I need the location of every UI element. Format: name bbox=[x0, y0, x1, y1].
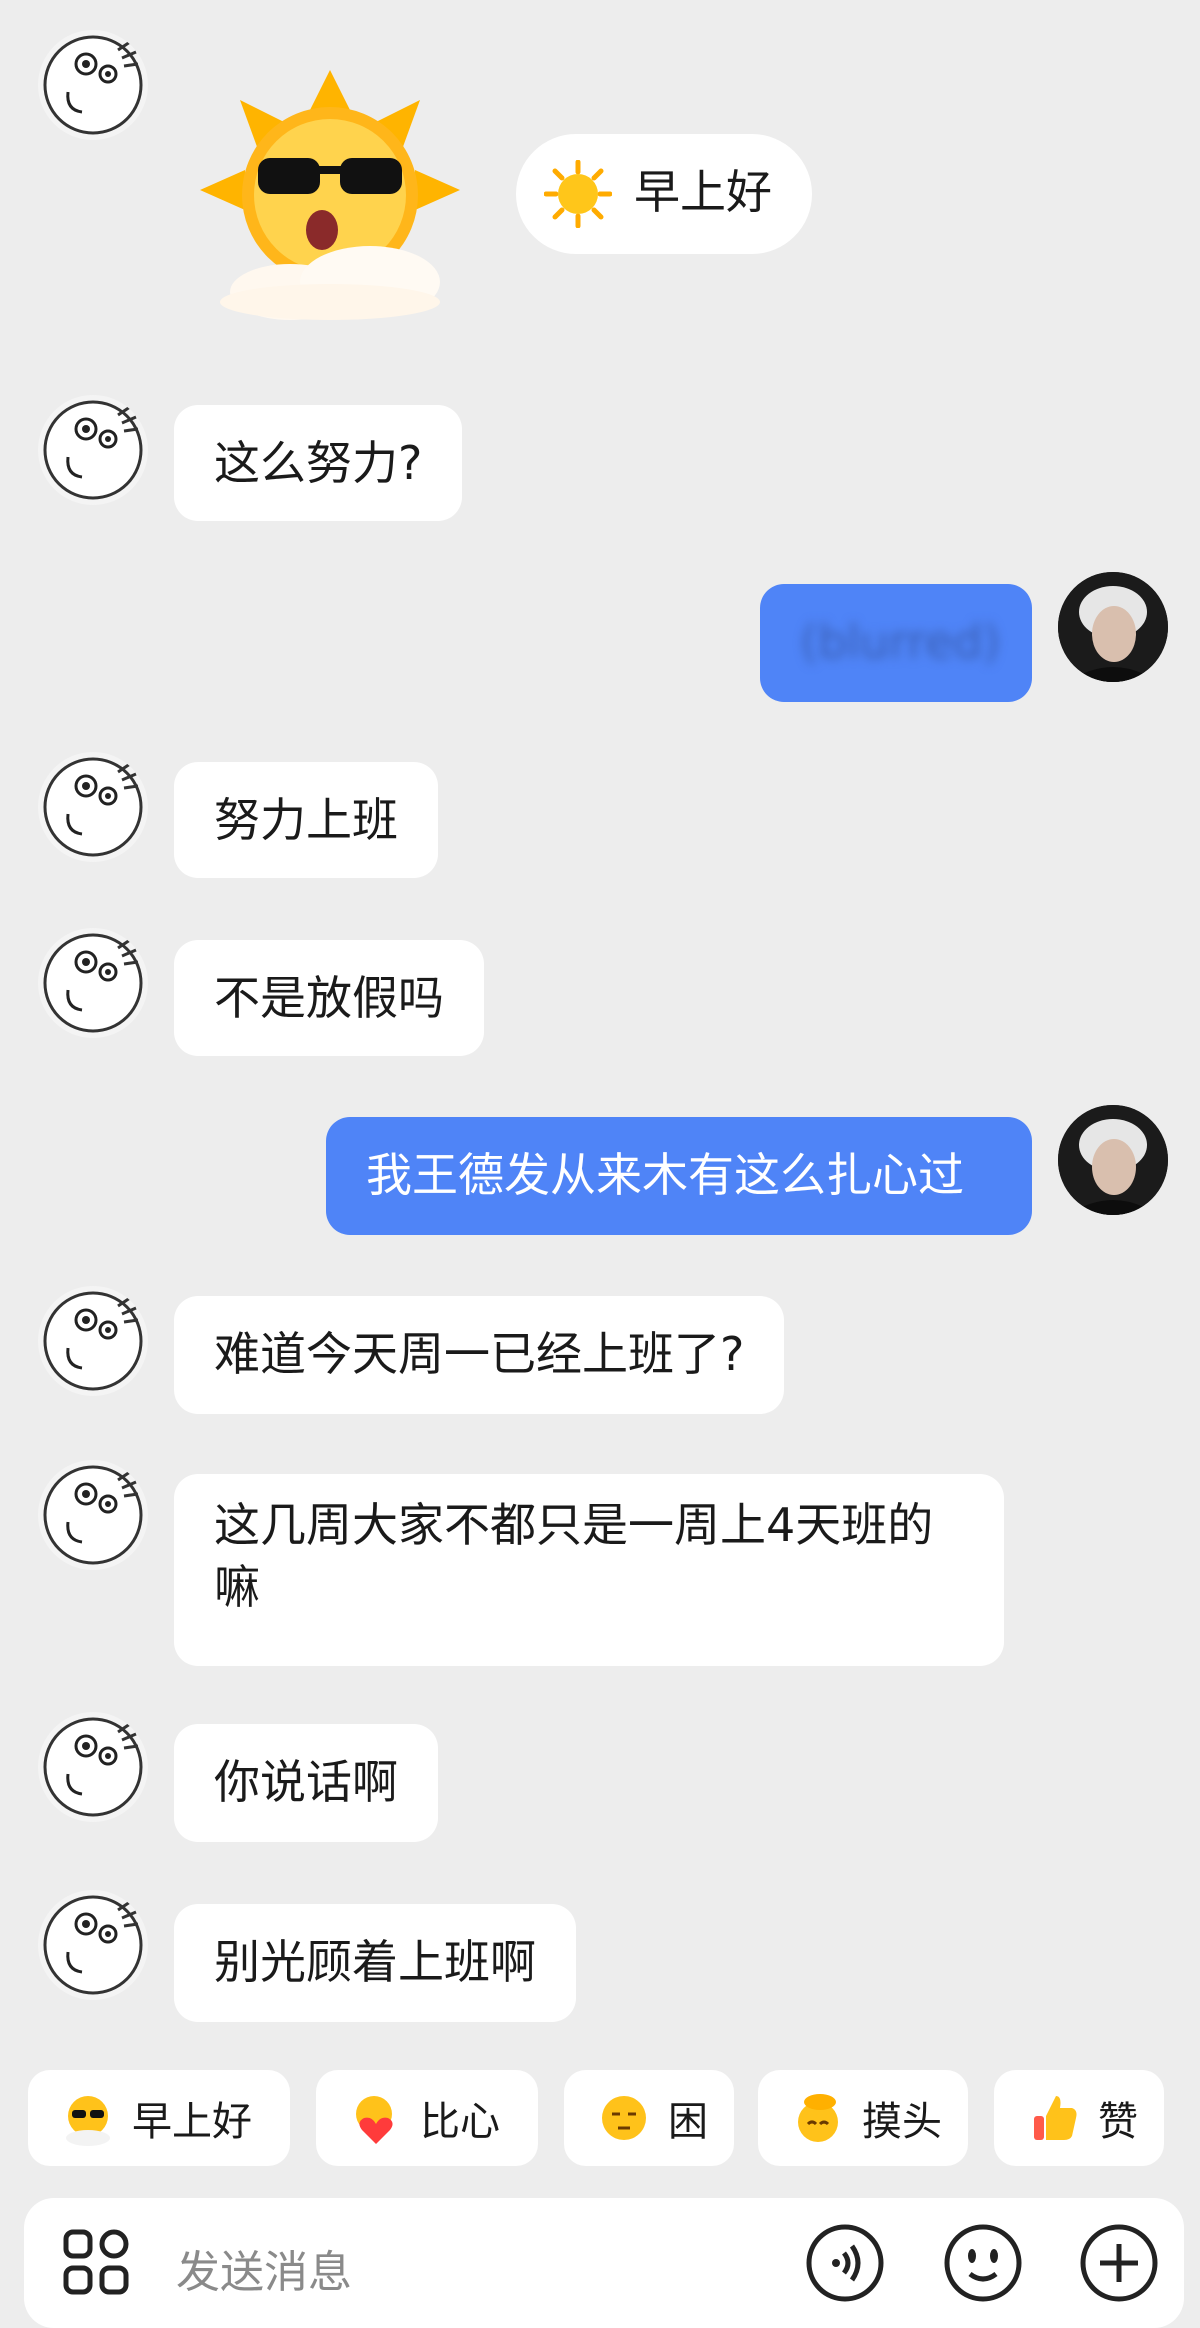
doodle-face-icon bbox=[43, 1717, 143, 1817]
message-text: 早上好 bbox=[634, 165, 772, 219]
user-photo-icon bbox=[1058, 572, 1168, 682]
message-row-other: 难道今天周一已经上班了? bbox=[0, 1286, 1200, 1416]
emoji-icon[interactable] bbox=[940, 2220, 1026, 2306]
message-bubble[interactable]: 你说话啊 bbox=[174, 1724, 438, 1842]
message-row-other: 早上好 bbox=[0, 30, 1200, 330]
message-text: 我王德发从来木有这么扎心过 bbox=[366, 1148, 964, 1202]
doodle-face-icon bbox=[43, 35, 143, 135]
contact-avatar[interactable] bbox=[38, 30, 148, 140]
message-bubble[interactable]: 这几周大家不都只是一周上4天班的嘛 bbox=[174, 1474, 1004, 1666]
thumbs-up-icon bbox=[1034, 2096, 1077, 2140]
quick-reply-bar: 早上好 比心 困 摸头 赞 bbox=[0, 2070, 1200, 2170]
message-row-other: 努力上班 bbox=[0, 752, 1200, 882]
quick-reply-sleepy[interactable]: 困 bbox=[564, 2070, 734, 2166]
message-text: 这几周大家不都只是一周上4天班的嘛 bbox=[214, 1498, 934, 1614]
quick-reply-pat[interactable]: 摸头 bbox=[758, 2070, 968, 2166]
message-bubble[interactable]: 难道今天周一已经上班了? bbox=[174, 1296, 785, 1414]
chip-label: 赞 bbox=[1098, 2099, 1138, 2145]
message-row-other: 别光顾着上班啊 bbox=[0, 1890, 1200, 2022]
message-text: 不是放假吗 bbox=[214, 971, 444, 1025]
message-input-bar: 发送消息 bbox=[24, 2198, 1184, 2328]
quick-reply-morning[interactable]: 早上好 bbox=[28, 2070, 290, 2166]
my-avatar[interactable] bbox=[1058, 1105, 1168, 1215]
message-bubble[interactable]: 努力上班 bbox=[174, 762, 438, 878]
message-input[interactable]: 发送消息 bbox=[176, 2236, 352, 2300]
doodle-face-icon bbox=[43, 1895, 143, 1995]
contact-avatar[interactable] bbox=[38, 1286, 148, 1396]
message-row-other: 这几周大家不都只是一周上4天班的嘛 bbox=[0, 1460, 1200, 1670]
message-bubble[interactable]: 不是放假吗 bbox=[174, 940, 484, 1056]
chip-label: 摸头 bbox=[862, 2099, 942, 2145]
heart-hands-icon bbox=[356, 2096, 393, 2144]
message-row-other: 不是放假吗 bbox=[0, 928, 1200, 1058]
message-row-self: (blurred) bbox=[0, 572, 1200, 702]
contact-avatar[interactable] bbox=[38, 1712, 148, 1822]
user-photo-icon bbox=[1058, 1105, 1168, 1215]
voice-icon[interactable] bbox=[802, 2220, 888, 2306]
contact-avatar[interactable] bbox=[38, 928, 148, 1038]
contact-avatar[interactable] bbox=[38, 1890, 148, 2000]
sun-icon bbox=[543, 159, 613, 229]
quick-reply-like[interactable]: 赞 bbox=[994, 2070, 1164, 2166]
chat-area: 早上好 这么努力? (blurred) 努力上班 不是放假吗 我王德发从来木有这… bbox=[0, 0, 1200, 2060]
chip-label: 早上好 bbox=[132, 2099, 252, 2145]
message-text: 你说话啊 bbox=[214, 1755, 398, 1809]
doodle-face-icon bbox=[43, 400, 143, 500]
quick-reply-heart[interactable]: 比心 bbox=[316, 2070, 538, 2166]
apps-grid-icon[interactable] bbox=[54, 2220, 140, 2306]
my-avatar[interactable] bbox=[1058, 572, 1168, 682]
chip-label: 比心 bbox=[420, 2099, 500, 2145]
message-bubble-self[interactable]: (blurred) bbox=[760, 584, 1032, 702]
doodle-face-icon bbox=[43, 1291, 143, 1391]
doodle-face-icon bbox=[43, 1465, 143, 1565]
message-row-self: 我王德发从来木有这么扎心过 bbox=[0, 1105, 1200, 1235]
message-text: 别光顾着上班啊 bbox=[214, 1935, 536, 1989]
message-bubble-self[interactable]: 我王德发从来木有这么扎心过 bbox=[326, 1117, 1032, 1235]
contact-avatar[interactable] bbox=[38, 752, 148, 862]
message-bubble[interactable]: 别光顾着上班啊 bbox=[174, 1904, 576, 2022]
doodle-face-icon bbox=[43, 757, 143, 857]
plus-icon[interactable] bbox=[1076, 2220, 1162, 2306]
doodle-face-icon bbox=[43, 933, 143, 1033]
sleepy-face-icon bbox=[602, 2096, 646, 2140]
contact-avatar[interactable] bbox=[38, 1460, 148, 1570]
message-text: 努力上班 bbox=[214, 793, 398, 847]
message-bubble[interactable]: 早上好 bbox=[516, 134, 812, 254]
pat-head-icon bbox=[798, 2094, 838, 2142]
sunglasses-sun-icon bbox=[66, 2096, 110, 2146]
message-text: 这么努力? bbox=[214, 436, 423, 490]
blurred-message-text: (blurred) bbox=[800, 615, 1001, 669]
message-row-other: 这么努力? bbox=[0, 395, 1200, 525]
message-row-other: 你说话啊 bbox=[0, 1712, 1200, 1842]
message-bubble[interactable]: 这么努力? bbox=[174, 405, 463, 521]
sun-sunglasses-icon bbox=[200, 70, 460, 320]
chip-label: 困 bbox=[668, 2099, 708, 2145]
contact-avatar[interactable] bbox=[38, 395, 148, 505]
message-text: 难道今天周一已经上班了? bbox=[214, 1327, 745, 1381]
sun-sunglasses-sticker[interactable] bbox=[200, 70, 460, 320]
